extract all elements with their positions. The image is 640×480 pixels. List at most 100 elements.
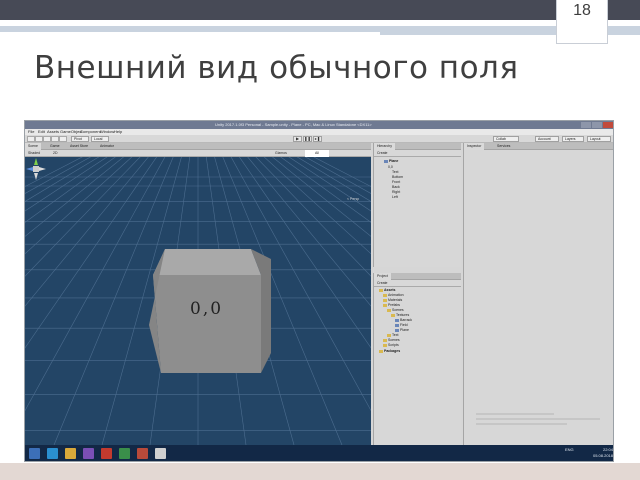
scene-search-input[interactable]: All: [305, 150, 329, 157]
pivot-toggle[interactable]: Pivot: [71, 136, 89, 142]
account-dropdown[interactable]: Account: [535, 136, 559, 142]
tab-animator[interactable]: Animator: [97, 143, 117, 150]
project-folder-label: Scenes: [392, 308, 404, 312]
slide-title: Внешний вид обычного поля: [34, 50, 519, 86]
app-icon[interactable]: [119, 448, 130, 459]
inspector-placeholder: [476, 413, 606, 431]
move-tool-button[interactable]: [35, 136, 43, 142]
scene-orientation-gizmo-icon[interactable]: [25, 157, 47, 181]
project-panel: Project Create Assets Animation Material…: [373, 273, 461, 445]
browser-icon[interactable]: [101, 448, 112, 459]
project-packages[interactable]: Packages: [379, 349, 400, 354]
layout-dropdown[interactable]: Layout: [587, 136, 611, 142]
folder-icon: [391, 313, 395, 317]
folder-icon: [383, 338, 387, 342]
project-tabs: Project: [374, 273, 461, 280]
hierarchy-root-label: Plane: [389, 159, 399, 163]
project-asset-label: Barrack: [400, 318, 413, 322]
project-folder-label: Scripts: [388, 343, 399, 347]
folder-icon: [383, 293, 387, 297]
tab-game[interactable]: Game: [47, 143, 63, 150]
tray-language[interactable]: ENG: [565, 447, 574, 453]
start-icon[interactable]: [29, 448, 40, 459]
collab-dropdown[interactable]: Collab: [493, 136, 519, 142]
folder-icon: [383, 303, 387, 307]
tray-date[interactable]: 05.08.2018: [583, 453, 613, 459]
project-folder-label: Prefabs: [388, 303, 401, 307]
prefab-icon: [395, 323, 399, 327]
tab-services[interactable]: Services: [494, 143, 513, 150]
hierarchy-panel: Hierarchy Create Plane 0,0 Text Bottom F…: [373, 143, 461, 267]
shading-dropdown[interactable]: Shaded: [28, 150, 40, 157]
window-titlebar: Unity 2017.1.0f3 Personal - Sample.unity…: [25, 121, 613, 129]
hierarchy-create-button[interactable]: Create: [377, 150, 388, 157]
main-toolbar: Pivot Local ▶ ❚❚ ▸❚ Collab Account Layer…: [25, 135, 613, 143]
slide-bottom-strip: [0, 463, 640, 480]
folder-icon: [379, 349, 383, 353]
visual-studio-icon[interactable]: [83, 448, 94, 459]
cube-top-face: [153, 249, 261, 275]
folder-icon: [387, 308, 391, 312]
layers-dropdown[interactable]: Layers: [562, 136, 584, 142]
tab-asset-store[interactable]: Asset Store: [67, 143, 91, 150]
prefab-icon: [395, 328, 399, 332]
hierarchy-toolbar: Create: [374, 150, 461, 157]
app-icon[interactable]: [137, 448, 148, 459]
folder-icon: [383, 343, 387, 347]
project-folder-label: Animation: [388, 293, 404, 297]
play-button[interactable]: ▶: [293, 136, 302, 142]
project-create-button[interactable]: Create: [377, 280, 388, 287]
tab-project[interactable]: Project: [374, 273, 391, 280]
mode-2d-toggle[interactable]: 2D: [53, 150, 57, 157]
close-button[interactable]: [603, 122, 613, 128]
folder-icon: [383, 298, 387, 302]
project-asset-label: Field: [400, 323, 408, 327]
pause-button[interactable]: ❚❚: [303, 136, 312, 142]
explorer-icon[interactable]: [65, 448, 76, 459]
windows-taskbar: ENG 22:04 05.08.2018: [25, 445, 613, 461]
local-toggle[interactable]: Local: [91, 136, 109, 142]
unity-editor-screenshot: Unity 2017.1.0f3 Personal - Sample.unity…: [24, 120, 614, 462]
hierarchy-item[interactable]: Left: [392, 195, 398, 200]
unity-icon[interactable]: [155, 448, 166, 459]
project-root-label: Assets: [384, 288, 396, 292]
hierarchy-root[interactable]: Plane: [384, 159, 398, 164]
gizmos-dropdown[interactable]: Gizmos: [275, 150, 287, 157]
tab-hierarchy[interactable]: Hierarchy: [374, 143, 395, 150]
scene-icon: [384, 159, 388, 163]
maximize-button[interactable]: [592, 122, 602, 128]
window-title: Unity 2017.1.0f3 Personal - Sample.unity…: [215, 122, 372, 127]
hand-tool-button[interactable]: [27, 136, 35, 142]
persp-label[interactable]: < Persp: [347, 197, 359, 201]
tab-scene[interactable]: Scene: [25, 143, 41, 150]
step-button[interactable]: ▸❚: [313, 136, 322, 142]
project-folder-label: Materials: [388, 298, 403, 302]
inspector-panel: Inspector Services: [463, 143, 613, 445]
rotate-tool-button[interactable]: [43, 136, 51, 142]
scene-panel: Scene Game Asset Store Animator Shaded 2…: [25, 143, 371, 445]
folder-icon: [379, 288, 383, 292]
slide-number: 18: [573, 2, 591, 19]
scene-subtoolbar: Shaded 2D Gizmos All: [25, 150, 371, 157]
scene-viewport[interactable]: 0,0 < Persp: [25, 157, 371, 445]
scale-tool-button[interactable]: [51, 136, 59, 142]
cube-front-face: [153, 275, 261, 373]
project-folder[interactable]: Scripts: [383, 343, 399, 348]
project-toolbar: Create: [374, 280, 461, 287]
prefab-icon: [395, 318, 399, 322]
project-folder-label: Textures: [396, 313, 410, 317]
folder-icon: [387, 333, 391, 337]
cube-label: 0,0: [190, 299, 224, 319]
slide-top-bar: [0, 0, 640, 20]
project-packages-label: Packages: [384, 349, 401, 353]
scene-tabs: Scene Game Asset Store Animator: [25, 143, 371, 150]
ie-icon[interactable]: [47, 448, 58, 459]
minimize-button[interactable]: [581, 122, 591, 128]
rect-tool-button[interactable]: [59, 136, 67, 142]
inspector-tabs: Inspector Services: [464, 143, 613, 150]
project-folder-label: Text: [392, 333, 399, 337]
hierarchy-tabs: Hierarchy: [374, 143, 461, 150]
project-asset-label: Plane: [400, 328, 409, 332]
project-folder-label: Scenes: [388, 338, 400, 342]
tab-inspector[interactable]: Inspector: [464, 143, 485, 150]
